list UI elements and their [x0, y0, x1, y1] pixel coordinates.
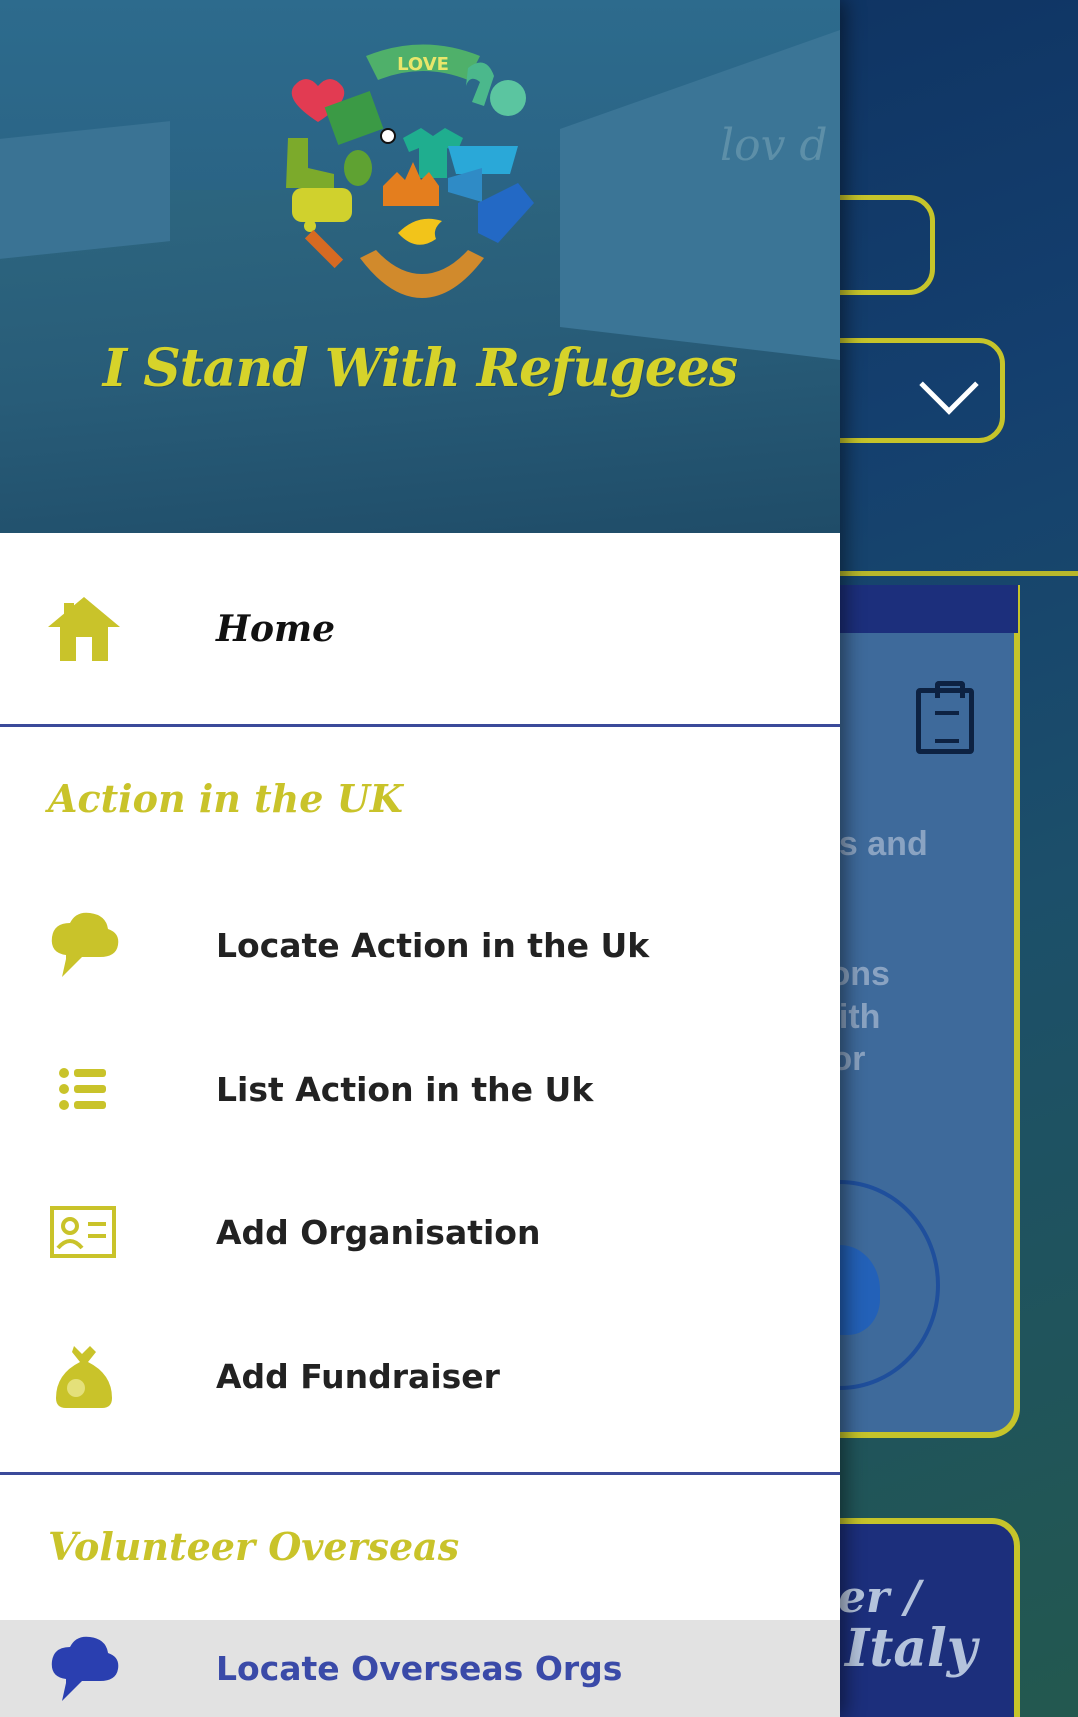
cloud-pin-icon: [46, 907, 122, 983]
menu-item-label: Home: [216, 608, 336, 650]
menu-item-home[interactable]: Home: [0, 574, 840, 684]
navigation-drawer: lov d LOVE I Stand With Refugees Home Ac…: [0, 0, 840, 1717]
list-icon: [46, 1051, 122, 1127]
bg-italy-card-line1: er /: [838, 1572, 921, 1623]
menu-item-add-fundraiser[interactable]: Add Fundraiser: [0, 1321, 840, 1431]
menu-item-label: Add Organisation: [216, 1212, 541, 1252]
drawer-header: lov d LOVE I Stand With Refugees: [0, 0, 840, 533]
home-icon: [46, 591, 122, 667]
menu-item-locate-overseas-orgs[interactable]: Locate Overseas Orgs: [0, 1620, 840, 1717]
header-photo-graffiti: lov d: [720, 120, 828, 171]
header-photo-tent: [560, 30, 840, 360]
section-title-volunteer-overseas: Volunteer Overseas: [48, 1524, 460, 1569]
id-card-icon: [46, 1194, 122, 1270]
app-title: I Stand With Refugees: [102, 338, 738, 399]
refugees-logo-icon: LOVE: [286, 44, 534, 298]
menu-item-list-action-uk[interactable]: List Action in the Uk: [0, 1034, 840, 1144]
header-photo-tent: [0, 121, 170, 259]
menu-item-label: List Action in the Uk: [216, 1069, 594, 1109]
section-divider: [0, 1472, 840, 1475]
section-title-action-uk: Action in the UK: [48, 776, 403, 821]
menu-item-add-organisation[interactable]: Add Organisation: [0, 1177, 840, 1287]
section-divider: [0, 724, 840, 727]
bg-italy-card-line2: Italy: [845, 1618, 978, 1679]
menu-item-label: Locate Action in the Uk: [216, 925, 650, 965]
logo-love-text: LOVE: [397, 54, 449, 75]
cloud-pin-icon: [46, 1631, 122, 1707]
menu-item-label: Add Fundraiser: [216, 1356, 500, 1396]
money-bag-icon: [46, 1338, 122, 1414]
menu-item-label: Locate Overseas Orgs: [216, 1649, 623, 1688]
menu-item-locate-action-uk[interactable]: Locate Action in the Uk: [0, 890, 840, 1000]
clipboard-icon: [916, 681, 974, 754]
